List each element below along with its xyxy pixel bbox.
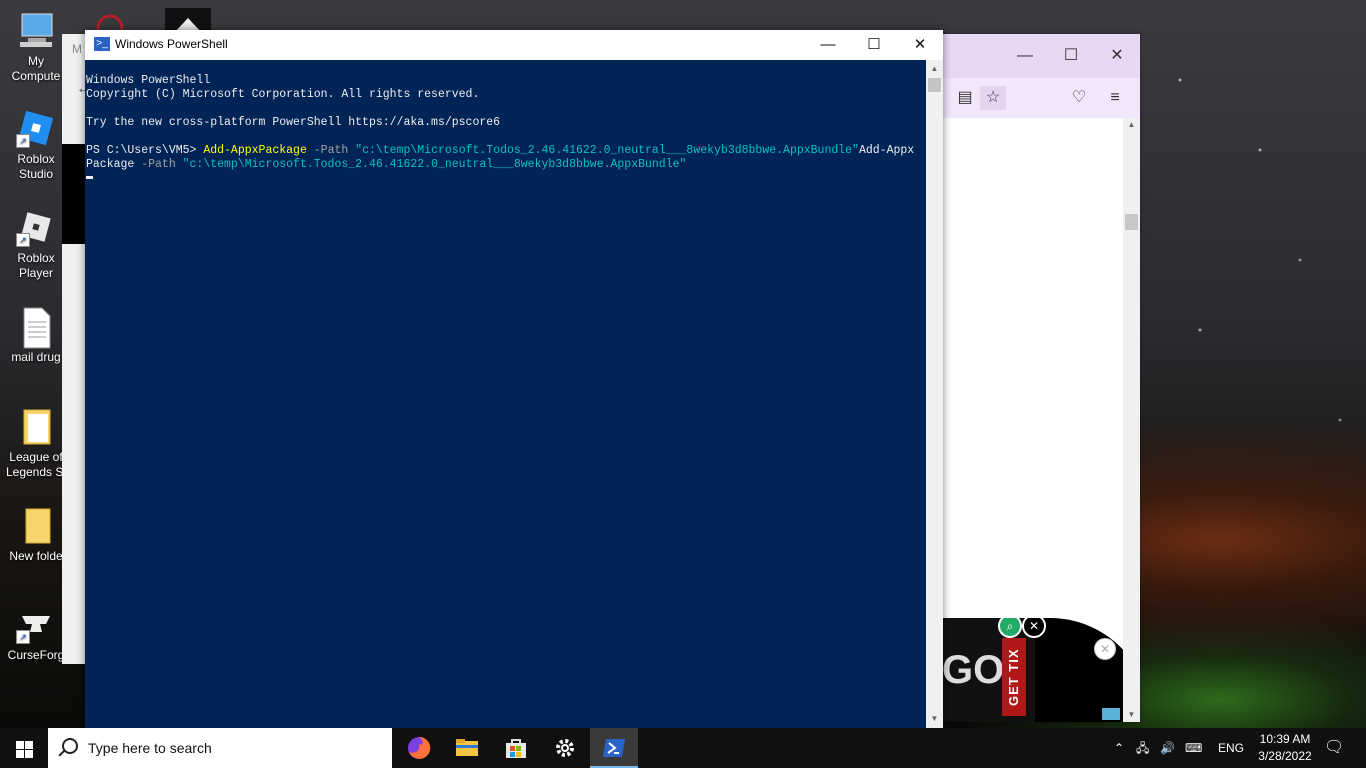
browser-scrollbar-thumb[interactable] <box>1125 214 1138 230</box>
taskbar: Type here to search ⌃ 🖧 🔊 ⌨ ENG 10:39 AM… <box>0 728 1366 768</box>
browser-scrollbar[interactable]: ▲ ▼ <box>1123 118 1140 722</box>
command-string: "c:\temp\Microsoft.Todos_2.46.41622.0_ne… <box>182 158 687 171</box>
taskbar-file-explorer[interactable] <box>443 728 491 768</box>
minimize-button[interactable]: — <box>805 30 851 60</box>
shortcut-arrow-icon: ↗ <box>16 233 30 247</box>
taskbar-settings[interactable] <box>541 728 589 768</box>
file-explorer-icon <box>456 739 478 756</box>
browser-minimize-button[interactable]: — <box>1012 44 1038 68</box>
taskbar-microsoft-store[interactable] <box>492 728 540 768</box>
command-string: "c:\temp\Microsoft.Todos_2.46.41622.0_ne… <box>355 144 859 157</box>
command-parameter: -Path <box>134 158 183 171</box>
menu-hamburger-icon[interactable]: ≡ <box>1102 86 1128 110</box>
ad-get-tix-button[interactable]: GET TIX <box>1002 638 1026 716</box>
text-file-icon <box>16 306 56 349</box>
browser-toolbar: ▤ ☆ ♡ ≡ <box>940 78 1140 118</box>
language-indicator[interactable]: ENG <box>1218 728 1244 768</box>
console-line: Try the new cross-platform PowerShell ht… <box>86 116 501 129</box>
taskbar-firefox[interactable] <box>395 728 443 768</box>
search-placeholder: Type here to search <box>88 740 212 756</box>
bookmark-star-icon[interactable]: ☆ <box>980 86 1006 110</box>
shortcut-arrow-icon: ↗ <box>16 630 30 644</box>
roblox-studio-icon: ↗ <box>16 108 56 148</box>
anvil-icon: ↗ <box>16 604 56 644</box>
command-name: Add-AppxPackage <box>203 144 307 157</box>
command-continuation: Add-Appx <box>858 144 915 157</box>
background-window-title: M <box>72 42 82 56</box>
console-line: Windows PowerShell <box>86 74 211 87</box>
show-hidden-icons-icon[interactable]: ⌃ <box>1114 728 1124 768</box>
browser-close-button[interactable]: ✕ <box>1104 44 1130 68</box>
browser-titlebar: — ☐ ✕ <box>940 34 1140 78</box>
taskbar-powershell[interactable] <box>590 728 638 768</box>
scroll-down-arrow-icon[interactable]: ▼ <box>926 712 943 726</box>
scroll-up-arrow-icon[interactable]: ▲ <box>926 62 943 76</box>
folder-icon <box>16 505 56 545</box>
console-output[interactable]: Windows PowerShell Copyright (C) Microsof… <box>85 60 926 728</box>
prompt: PS C:\Users\VM5> <box>86 144 204 157</box>
command-parameter: -Path <box>306 144 356 157</box>
console-input-line[interactable] <box>85 172 926 186</box>
console-scrollbar[interactable]: ▲ ▼ <box>926 60 943 728</box>
advertisement[interactable]: GO GET TIX ⌕ ✕ ✕ <box>940 618 1123 722</box>
clock-date: 3/28/2022 <box>1258 749 1312 763</box>
powershell-icon: >_ <box>94 37 110 51</box>
close-button[interactable]: ✕ <box>897 30 943 60</box>
powershell-titlebar[interactable]: >_ Windows PowerShell — ☐ ✕ <box>85 30 943 60</box>
text-cursor <box>86 176 93 180</box>
window-title: Windows PowerShell <box>115 37 228 51</box>
roblox-player-icon: ↗ <box>16 207 56 247</box>
console-scrollbar-thumb[interactable] <box>928 78 941 92</box>
scroll-down-arrow-icon[interactable]: ▼ <box>1123 708 1140 722</box>
console-command-line: Package -Path "c:\temp\Microsoft.Todos_2… <box>85 158 926 172</box>
clock-time: 10:39 AM <box>1259 732 1311 746</box>
start-button[interactable] <box>0 728 48 768</box>
shortcut-arrow-icon: ↗ <box>16 134 30 148</box>
notifications-icon[interactable]: 🗨 <box>1324 728 1344 768</box>
ad-dismiss-icon[interactable]: ✕ <box>1094 638 1116 660</box>
maximize-button[interactable]: ☐ <box>851 30 897 60</box>
clock[interactable]: 10:39 AM 3/28/2022 <box>1253 731 1317 765</box>
scroll-up-arrow-icon[interactable]: ▲ <box>1123 118 1140 132</box>
network-icon[interactable]: 🖧 <box>1136 728 1149 768</box>
taskbar-search-box[interactable]: Type here to search <box>48 728 392 768</box>
ad-dark-curve <box>1030 618 1123 722</box>
ad-partial-text: GO <box>942 648 1005 692</box>
settings-icon <box>556 739 574 757</box>
ad-choices-icon[interactable] <box>1102 708 1120 720</box>
volume-icon[interactable]: 🔊 <box>1160 728 1175 768</box>
powershell-icon <box>603 739 625 757</box>
reader-view-icon[interactable]: ▤ <box>952 86 978 110</box>
firefox-icon <box>408 736 431 759</box>
keyboard-icon[interactable]: ⌨ <box>1185 728 1202 768</box>
folder-icon <box>16 406 56 446</box>
microsoft-store-icon <box>506 739 526 758</box>
browser-maximize-button[interactable]: ☐ <box>1058 44 1084 68</box>
powershell-window[interactable]: >_ Windows PowerShell — ☐ ✕ Windows Powe… <box>85 30 943 728</box>
pocket-icon[interactable]: ♡ <box>1066 86 1092 110</box>
console-command-line: PS C:\Users\VM5> Add-AppxPackage -Path "… <box>85 144 926 158</box>
console-line: Copyright (C) Microsoft Corporation. All… <box>86 88 480 101</box>
search-icon <box>62 738 78 754</box>
browser-window[interactable]: — ☐ ✕ ▤ ☆ ♡ ≡ ▲ ▼ GO GET TIX ⌕ ✕ ✕ <box>940 34 1140 722</box>
computer-icon <box>16 10 56 50</box>
command-continuation: Package <box>86 158 135 171</box>
